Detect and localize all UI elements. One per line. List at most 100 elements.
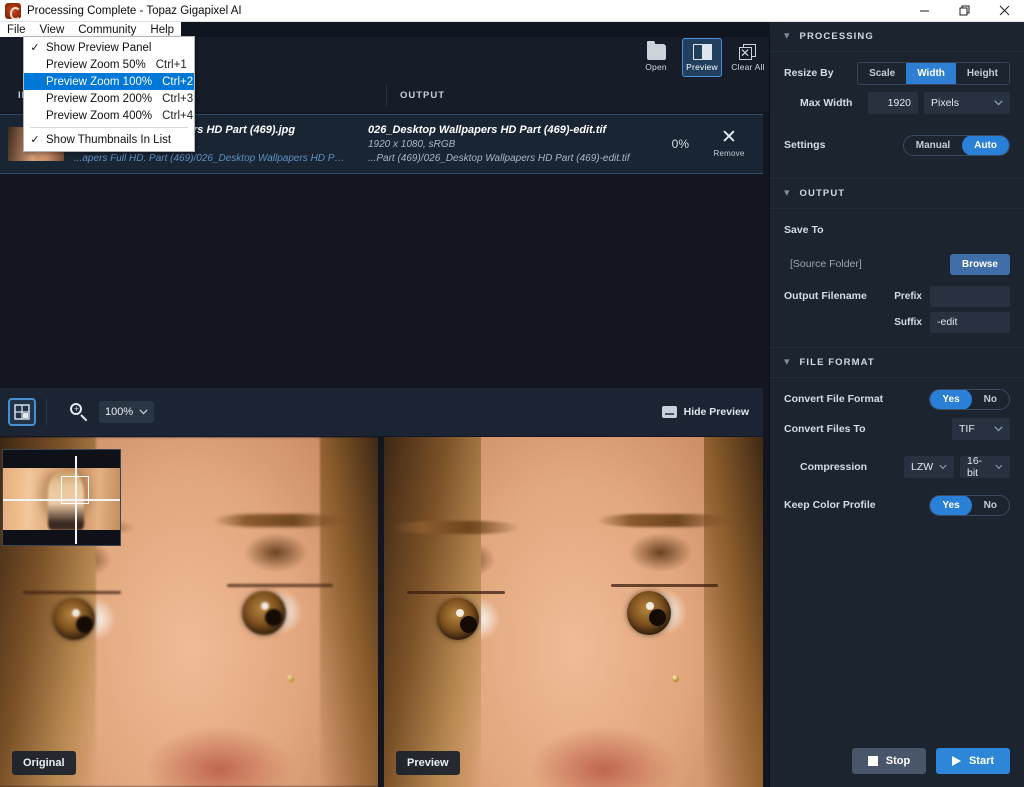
- max-width-input[interactable]: 1920: [868, 92, 918, 114]
- suffix-input[interactable]: -edit: [930, 311, 1010, 333]
- section-file-format-title: FILE FORMAT: [799, 357, 875, 368]
- navigator-viewport-box[interactable]: [61, 476, 89, 504]
- prefix-row: Output Filename Prefix: [770, 283, 1024, 309]
- preview-button[interactable]: Preview: [682, 38, 722, 77]
- section-output-header[interactable]: ▾ OUTPUT: [770, 179, 1024, 209]
- menu-item-file[interactable]: File: [0, 22, 33, 37]
- preview-label: Preview: [396, 751, 460, 775]
- prefix-input[interactable]: [930, 285, 1010, 307]
- compression-select[interactable]: LZW: [904, 456, 954, 478]
- keep-color-no[interactable]: No: [972, 496, 1009, 515]
- save-path-row: [Source Folder] Browse: [784, 249, 1010, 279]
- resize-option-height[interactable]: Height: [955, 62, 1009, 84]
- view-menu-dropdown: ✓ Show Preview Panel Preview Zoom 50% Ct…: [23, 36, 195, 152]
- minimize-icon[interactable]: [904, 0, 944, 22]
- convert-files-to-label: Convert Files To: [784, 423, 866, 435]
- navigator-thumbnail[interactable]: [2, 449, 121, 546]
- menu-item-view[interactable]: View: [32, 22, 72, 37]
- collapse-panel-icon: [661, 406, 677, 418]
- hide-preview-button[interactable]: Hide Preview: [661, 406, 749, 418]
- settings-option-auto[interactable]: Auto: [962, 135, 1009, 155]
- play-icon: [951, 756, 961, 766]
- menu-option-label: Preview Zoom 50%: [46, 58, 146, 71]
- topaz-logo-icon: [5, 2, 21, 20]
- output-filename-label: Output Filename: [784, 290, 867, 302]
- keep-color-yes[interactable]: Yes: [930, 495, 972, 515]
- convert-format-yes[interactable]: Yes: [930, 389, 972, 409]
- stop-icon: [867, 756, 878, 766]
- keep-color-profile-row: Keep Color Profile Yes No: [770, 490, 1024, 520]
- zoom-in-icon[interactable]: +: [69, 402, 89, 422]
- menu-option-preview-zoom-50[interactable]: Preview Zoom 50% Ctrl+1: [24, 56, 194, 73]
- menu-option-show-preview-panel[interactable]: ✓ Show Preview Panel: [24, 39, 194, 56]
- output-file-info: 026_Desktop Wallpapers HD Part (469)-edi…: [368, 124, 648, 164]
- unit-select[interactable]: Pixels: [924, 92, 1010, 114]
- output-file-path: ...Part (469)/026_Desktop Wallpapers HD …: [368, 153, 630, 164]
- compression-value: LZW: [911, 461, 934, 473]
- menu-option-preview-zoom-200[interactable]: Preview Zoom 200% Ctrl+3: [24, 90, 194, 107]
- restore-icon[interactable]: [944, 0, 984, 22]
- settings-option-manual[interactable]: Manual: [904, 136, 962, 155]
- preview-panes: Original Preview: [0, 437, 763, 787]
- settings-toggle[interactable]: Manual Auto: [902, 134, 1010, 156]
- menu-option-accel: Ctrl+4: [162, 109, 194, 122]
- section-processing-header[interactable]: ▾ PROCESSING: [770, 22, 1024, 52]
- output-file-meta: 1920 x 1080, sRGB: [368, 139, 456, 150]
- output-file-name: 026_Desktop Wallpapers HD Part (469)-edi…: [368, 124, 607, 136]
- save-path-value: [Source Folder]: [790, 258, 862, 270]
- bit-depth-select[interactable]: 16-bit: [960, 455, 1010, 479]
- chevron-down-icon: [995, 464, 1003, 470]
- menu-option-preview-zoom-400[interactable]: Preview Zoom 400% Ctrl+4: [24, 107, 194, 124]
- toolbar-divider: [46, 399, 47, 425]
- resize-option-scale[interactable]: Scale: [858, 62, 907, 84]
- open-button[interactable]: Open: [636, 38, 676, 77]
- menu-item-help[interactable]: Help: [143, 22, 181, 37]
- fit-to-screen-icon[interactable]: [8, 398, 36, 426]
- remove-button[interactable]: ✕ Remove: [701, 127, 757, 158]
- preview-button-label: Preview: [686, 61, 718, 72]
- close-icon[interactable]: [984, 0, 1024, 22]
- menu-option-show-thumbnails-in-list[interactable]: ✓ Show Thumbnails In List: [24, 131, 194, 148]
- section-file-format-header[interactable]: ▾ FILE FORMAT: [770, 348, 1024, 378]
- window-title: Processing Complete - Topaz Gigapixel AI: [27, 4, 242, 17]
- keep-color-profile-label: Keep Color Profile: [784, 499, 876, 511]
- resize-by-segmented-control[interactable]: Scale Width Height: [857, 61, 1010, 85]
- clear-all-button[interactable]: ✕ Clear All: [728, 38, 768, 77]
- start-button-label: Start: [968, 755, 995, 767]
- browse-button[interactable]: Browse: [949, 253, 1010, 275]
- preview-toolbar: + 100% Hide Preview: [0, 388, 763, 436]
- stop-button[interactable]: Stop: [852, 748, 926, 774]
- prefix-label: Prefix: [894, 290, 922, 302]
- preview-image-pane[interactable]: Preview: [384, 437, 763, 787]
- original-image-pane[interactable]: Original: [0, 437, 378, 787]
- menu-separator: [30, 127, 188, 128]
- suffix-label: Suffix: [894, 316, 922, 328]
- column-divider: [386, 84, 387, 106]
- split-view-icon: [692, 43, 712, 60]
- settings-panel: ▾ PROCESSING Resize By Scale Width Heigh…: [770, 22, 1024, 787]
- chevron-down-icon: [994, 100, 1003, 106]
- resize-option-width[interactable]: Width: [906, 62, 956, 84]
- zoom-level-select[interactable]: 100%: [99, 401, 155, 423]
- menu-option-preview-zoom-100[interactable]: Preview Zoom 100% Ctrl+2: [24, 73, 194, 90]
- keep-color-profile-toggle[interactable]: Yes No: [929, 494, 1010, 516]
- hide-preview-label: Hide Preview: [683, 406, 749, 418]
- chevron-down-icon: ▾: [784, 356, 790, 368]
- chevron-down-icon: [939, 464, 947, 470]
- convert-files-to-select[interactable]: TIF: [952, 418, 1010, 440]
- preview-image: [384, 437, 763, 787]
- stop-button-label: Stop: [885, 755, 911, 767]
- convert-file-format-toggle[interactable]: Yes No: [929, 388, 1010, 410]
- chevron-down-icon: [139, 409, 148, 415]
- close-icon: ✕: [721, 127, 737, 148]
- menu-item-community[interactable]: Community: [71, 22, 143, 37]
- chevron-down-icon: [994, 426, 1003, 432]
- open-button-label: Open: [645, 61, 667, 72]
- start-button[interactable]: Start: [936, 748, 1010, 774]
- clear-all-button-label: Clear All: [731, 61, 765, 72]
- section-output-title: OUTPUT: [799, 188, 846, 199]
- convert-format-no[interactable]: No: [972, 390, 1009, 409]
- menu-option-accel: Ctrl+2: [162, 75, 194, 88]
- input-file-path: ...apers Full HD. Part (469)/026_Desktop…: [74, 153, 346, 164]
- application-window: Processing Complete - Topaz Gigapixel AI…: [0, 0, 1024, 787]
